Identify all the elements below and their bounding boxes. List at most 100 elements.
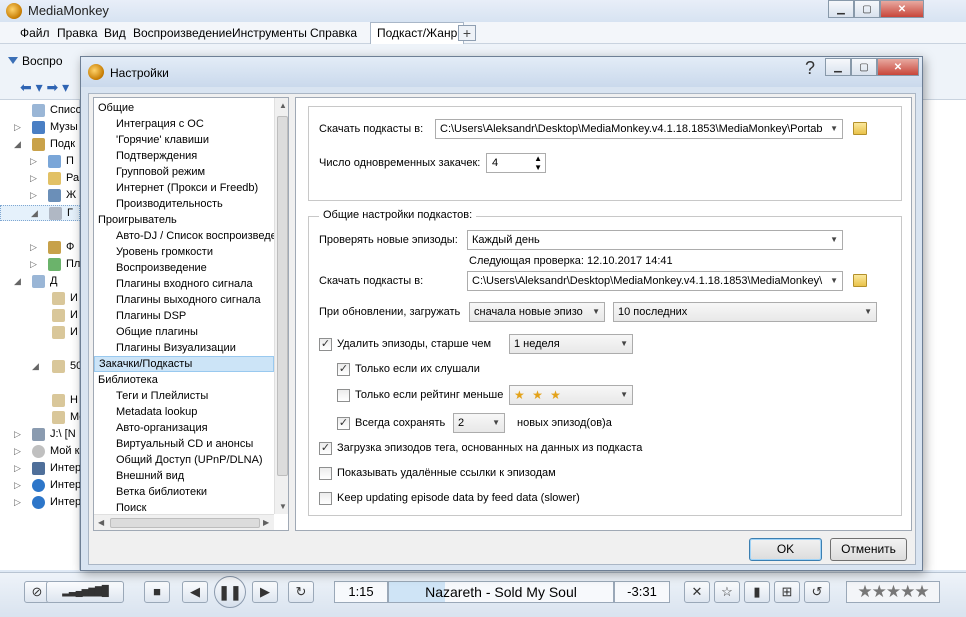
tree-item-selected[interactable]: ◢ Г [0, 205, 80, 221]
stop-button[interactable]: ■ [144, 581, 170, 603]
nav-item-sharing[interactable]: Общий Доступ (UPnP/DLNA) [94, 452, 274, 468]
nav-vertical-scroll-thumb[interactable] [277, 116, 288, 476]
pause-button[interactable]: ❚❚ [214, 576, 246, 608]
tab-podcast-genre[interactable]: Подкаст/Жанр [370, 22, 465, 44]
nav-item-player[interactable]: Проигрыватель [94, 212, 274, 228]
next-button[interactable]: ▶ [252, 581, 278, 603]
repeat-icon[interactable]: ↻ [288, 581, 314, 603]
dialog-close-button[interactable]: ✕ [877, 58, 919, 76]
equalizer-icon[interactable]: ▂▃▄▅▆▇█ [46, 581, 124, 603]
check-episodes-combo[interactable]: Каждый день ▼ [467, 230, 843, 250]
minimize-button[interactable]: ▁ [828, 0, 854, 18]
dialog-title-bar: Настройки ? ▁ ▢ ✕ [81, 57, 922, 87]
nav-item-auto-dj[interactable]: Авто-DJ / Список воспроизведения [94, 228, 274, 244]
tag-episodes-checkbox[interactable]: ✓ [319, 442, 332, 455]
expand-arrow-icon[interactable] [8, 57, 18, 64]
nav-item-library[interactable]: Библиотека [94, 372, 274, 388]
cancel-button[interactable]: Отменить [830, 538, 907, 561]
on-update-order-combo[interactable]: сначала новые эпизо ▼ [469, 302, 605, 322]
menu-playback[interactable]: Воспроизведение [133, 26, 232, 40]
on-update-count-combo[interactable]: 10 последних ▼ [613, 302, 877, 322]
nav-item-internet[interactable]: Интернет (Прокси и Freedb) [94, 180, 274, 196]
nav-item-general[interactable]: Общие [94, 100, 274, 116]
nav-item-output-plugins[interactable]: Плагины выходного сигнала [94, 292, 274, 308]
mediamonkey-logo-icon [88, 64, 104, 80]
tag-episodes-label: Загрузка эпизодов тега, основанных на да… [337, 442, 643, 454]
nav-item-tags-playlists[interactable]: Теги и Плейлисты [94, 388, 274, 404]
nav-item-metadata-lookup[interactable]: Metadata lookup [94, 404, 274, 420]
nav-vertical-scrollbar[interactable]: ▲ ▼ [274, 98, 288, 514]
check-episodes-label: Проверять новые эпизоды: [319, 234, 458, 246]
nav-item-input-plugins[interactable]: Плагины входного сигнала [94, 276, 274, 292]
show-deleted-checkbox[interactable] [319, 467, 332, 480]
help-icon[interactable]: ? [805, 58, 815, 79]
scroll-up-arrow-icon[interactable]: ▲ [279, 101, 287, 110]
nav-item-downloads-podcasts[interactable]: Закачки/Подкасты [94, 356, 274, 372]
shuffle-icon[interactable]: ✕ [684, 581, 710, 603]
scroll-right-arrow-icon[interactable]: ▶ [263, 518, 269, 527]
always-keep-combo[interactable]: 2 ▼ [453, 413, 505, 433]
menu-file[interactable]: Файл [20, 26, 50, 40]
back-arrow-icon[interactable]: ⬅ ▾ ➡ ▾ [20, 79, 69, 96]
keep-updating-checkbox[interactable] [319, 492, 332, 505]
delete-episodes-checkbox[interactable]: ✓ [319, 338, 332, 351]
podcast-settings-group: Общие настройки подкастов: Проверять нов… [308, 209, 902, 516]
refresh-icon[interactable]: ↺ [804, 581, 830, 603]
nav-horizontal-scrollbar[interactable]: ◀ ▶ [94, 514, 274, 530]
playlist-file-icon [52, 326, 65, 339]
toolbar-label[interactable]: Воспро [22, 54, 63, 68]
download-path-label: Скачать подкасты в: [319, 123, 424, 135]
previous-button[interactable]: ◀ [182, 581, 208, 603]
now-playing-track[interactable]: Nazareth - Sold My Soul [388, 581, 614, 603]
dialog-maximize-button[interactable]: ▢ [851, 58, 877, 76]
nav-item-hotkeys[interactable]: 'Горячие' клавиши [94, 132, 274, 148]
scroll-left-arrow-icon[interactable]: ◀ [98, 518, 104, 527]
nav-item-confirmations[interactable]: Подтверждения [94, 148, 274, 164]
podcast-path-label: Скачать подкасты в: [319, 275, 424, 287]
menu-help[interactable]: Справка [310, 26, 357, 40]
nav-item-performance[interactable]: Производительность [94, 196, 274, 212]
close-button[interactable]: ✕ [880, 0, 924, 18]
menu-tools[interactable]: Инструменты [232, 26, 307, 40]
genre-icon [48, 258, 61, 271]
podcast-path-combo[interactable]: C:\Users\Aleksandr\Desktop\MediaMonkey.v… [467, 271, 843, 291]
nav-item-auto-organize[interactable]: Авто-организация [94, 420, 274, 436]
always-keep-checkbox[interactable]: ✓ [337, 417, 350, 430]
scroll-down-arrow-icon[interactable]: ▼ [279, 502, 287, 511]
nav-item-visualization-plugins[interactable]: Плагины Визуализации [94, 340, 274, 356]
playlist-file-icon [52, 394, 65, 407]
nav-item-os-integration[interactable]: Интеграция с ОС [94, 116, 274, 132]
browse-folder-icon[interactable] [853, 122, 867, 135]
ok-button[interactable]: OK [749, 538, 822, 561]
only-listened-checkbox[interactable]: ✓ [337, 363, 350, 376]
visualization-icon[interactable]: ▮ [744, 581, 770, 603]
add-tab-button[interactable]: + [458, 25, 476, 41]
rating-threshold-combo[interactable]: ★ ★ ★ ▼ [509, 385, 633, 405]
download-path-combo[interactable]: C:\Users\Aleksandr\Desktop\MediaMonkey.v… [435, 119, 843, 139]
add-to-playlist-icon[interactable]: ⊞ [774, 581, 800, 603]
nav-item-party-mode[interactable]: Групповой режим [94, 164, 274, 180]
menu-view[interactable]: Вид [104, 26, 126, 40]
spin-up-down-icon[interactable]: ▲ ▼ [534, 154, 542, 172]
favorite-star-icon[interactable]: ☆ [714, 581, 740, 603]
nav-item-library-tree[interactable]: Ветка библиотеки [94, 484, 274, 500]
nav-item-dsp-plugins[interactable]: Плагины DSP [94, 308, 274, 324]
next-check-text: Следующая проверка: 12.10.2017 14:41 [469, 255, 673, 267]
maximize-button[interactable]: ▢ [854, 0, 880, 18]
dialog-minimize-button[interactable]: ▁ [825, 58, 851, 76]
rating-stars[interactable]: ★★★★★ [846, 581, 940, 603]
delete-age-value: 1 неделя [514, 338, 560, 350]
nav-horizontal-scroll-thumb[interactable] [110, 518, 260, 528]
concurrent-downloads-spinner[interactable]: 4 ▲ ▼ [486, 153, 546, 173]
nav-item-general-plugins[interactable]: Общие плагины [94, 324, 274, 340]
nav-item-playback[interactable]: Воспроизведение [94, 260, 274, 276]
only-rating-checkbox[interactable] [337, 389, 350, 402]
delete-age-combo[interactable]: 1 неделя ▼ [509, 334, 633, 354]
player-bar: ⊘ ▂▃▄▅▆▇█ ■ ◀ ❚❚ ▶ ↻ 1:15 Nazareth - Sol… [0, 572, 966, 617]
browse-folder-icon[interactable] [853, 274, 867, 287]
menu-edit[interactable]: Правка [57, 26, 98, 40]
nav-item-appearance[interactable]: Внешний вид [94, 468, 274, 484]
nav-item-volume[interactable]: Уровень громкости [94, 244, 274, 260]
nav-item-virtual-cd[interactable]: Виртуальный CD и анонсы [94, 436, 274, 452]
settings-panel: Скачать подкасты в: C:\Users\Aleksandr\D… [295, 97, 912, 531]
